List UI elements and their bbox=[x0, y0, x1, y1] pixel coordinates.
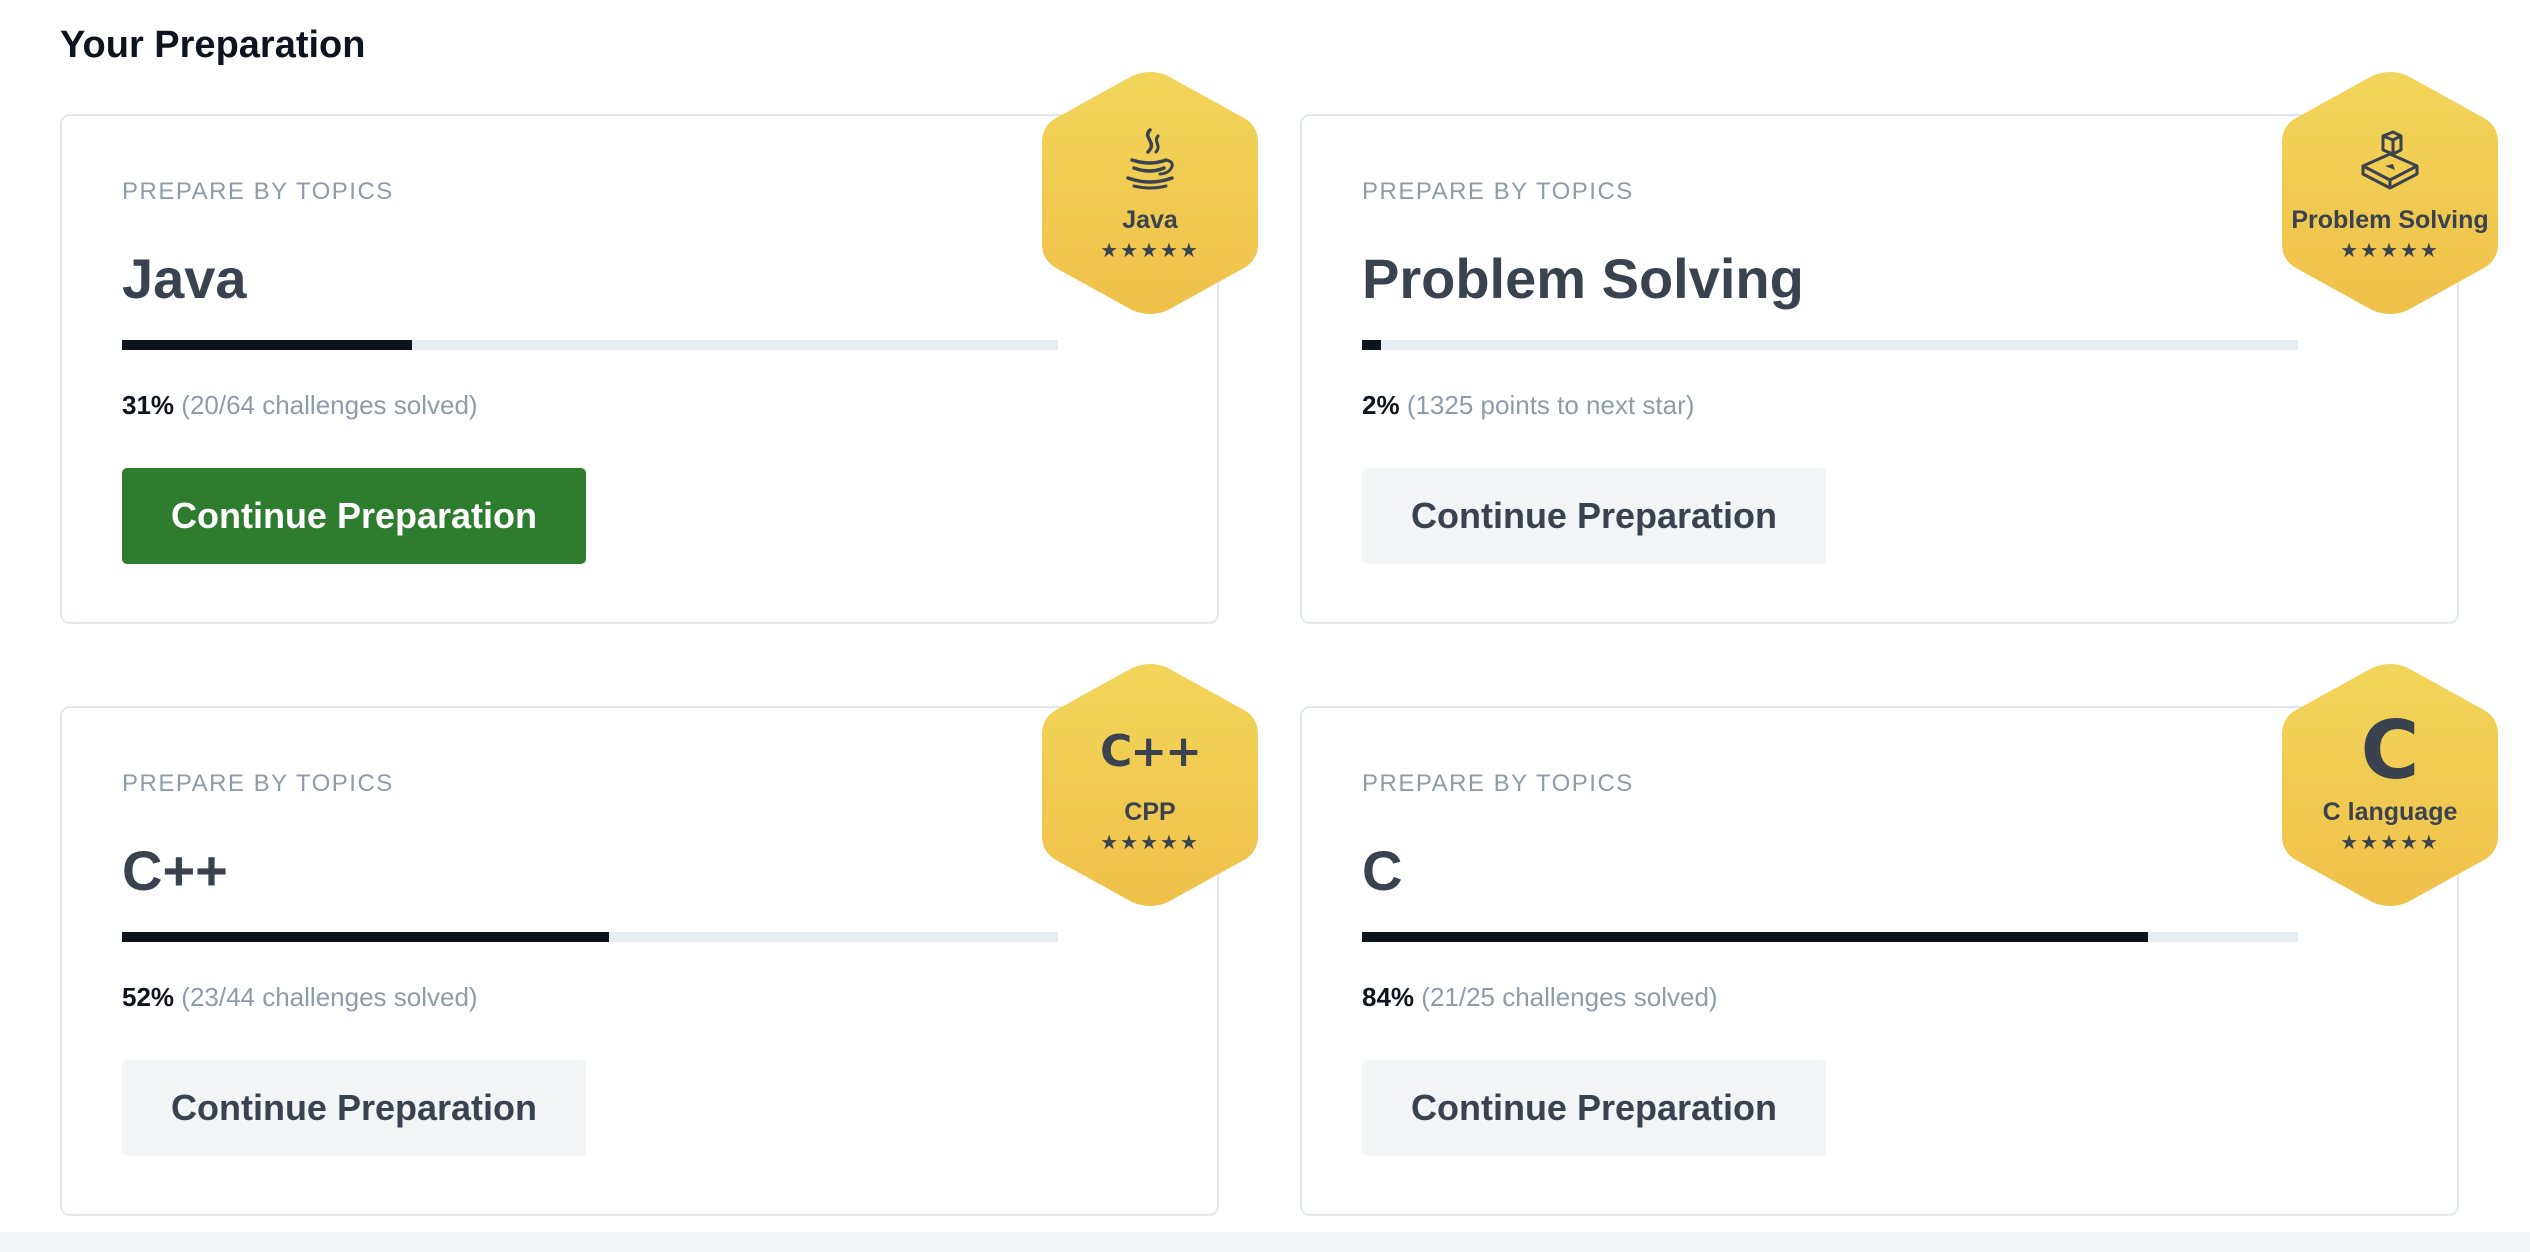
progress-text: 52% (23/44 challenges solved) bbox=[122, 982, 478, 1013]
progress-text: 84% (21/25 challenges solved) bbox=[1362, 982, 1718, 1013]
progress-detail: (21/25 challenges solved) bbox=[1421, 982, 1718, 1012]
badge-label: CPP bbox=[1124, 798, 1176, 826]
progress-bar bbox=[122, 340, 1058, 350]
java-badge[interactable]: Java ★★★★★ bbox=[1040, 72, 1260, 314]
topic-title[interactable]: C++ bbox=[122, 838, 228, 903]
progress-percent: 52% bbox=[122, 982, 175, 1012]
c-icon-text: C bbox=[2360, 704, 2420, 797]
progress-fill bbox=[122, 932, 609, 942]
topic-title[interactable]: C bbox=[1362, 838, 1402, 903]
cube-icon bbox=[2280, 124, 2500, 194]
badge-stars: ★★★★★ bbox=[1100, 830, 1200, 854]
progress-bar bbox=[1362, 340, 2298, 350]
badge-label: Java bbox=[1122, 206, 1178, 234]
badge-stars: ★★★★★ bbox=[1100, 238, 1200, 262]
cpp-icon-text: C++ bbox=[1099, 725, 1202, 777]
card-kicker: PREPARE BY TOPICS bbox=[122, 178, 394, 205]
badge-stars: ★★★★★ bbox=[2340, 238, 2440, 262]
cpp-icon: C++ bbox=[1040, 716, 1260, 786]
card-kicker: PREPARE BY TOPICS bbox=[1362, 178, 1634, 205]
c-language-icon: C bbox=[2280, 711, 2500, 791]
bottom-edge bbox=[0, 1232, 2530, 1252]
page-title: Your Preparation bbox=[60, 24, 366, 66]
progress-bar bbox=[1362, 932, 2298, 942]
progress-text: 2% (1325 points to next star) bbox=[1362, 390, 1694, 421]
progress-fill bbox=[122, 340, 413, 350]
progress-detail: (23/44 challenges solved) bbox=[181, 982, 478, 1012]
problem-solving-badge[interactable]: Problem Solving ★★★★★ bbox=[2280, 72, 2500, 314]
progress-percent: 84% bbox=[1362, 982, 1415, 1012]
c-language-badge[interactable]: C C language ★★★★★ bbox=[2280, 664, 2500, 906]
topic-title[interactable]: Problem Solving bbox=[1362, 246, 1804, 311]
card-kicker: PREPARE BY TOPICS bbox=[122, 770, 394, 797]
continue-preparation-button[interactable]: Continue Preparation bbox=[122, 468, 586, 564]
progress-percent: 31% bbox=[122, 390, 175, 420]
progress-fill bbox=[1362, 932, 2149, 942]
progress-detail: (20/64 challenges solved) bbox=[181, 390, 478, 420]
java-cup-icon bbox=[1040, 124, 1260, 194]
badge-label: Problem Solving bbox=[2291, 206, 2489, 234]
badge-label: C language bbox=[2322, 798, 2458, 826]
cpp-badge[interactable]: C++ CPP ★★★★★ bbox=[1040, 664, 1260, 906]
progress-fill bbox=[1362, 340, 1381, 350]
continue-preparation-button[interactable]: Continue Preparation bbox=[1362, 1060, 1826, 1156]
progress-bar bbox=[122, 932, 1058, 942]
progress-text: 31% (20/64 challenges solved) bbox=[122, 390, 478, 421]
continue-preparation-button[interactable]: Continue Preparation bbox=[122, 1060, 586, 1156]
continue-preparation-button[interactable]: Continue Preparation bbox=[1362, 468, 1826, 564]
progress-detail: (1325 points to next star) bbox=[1406, 390, 1695, 420]
progress-percent: 2% bbox=[1362, 390, 1400, 420]
badge-stars: ★★★★★ bbox=[2340, 830, 2440, 854]
topic-title[interactable]: Java bbox=[122, 246, 247, 311]
card-kicker: PREPARE BY TOPICS bbox=[1362, 770, 1634, 797]
